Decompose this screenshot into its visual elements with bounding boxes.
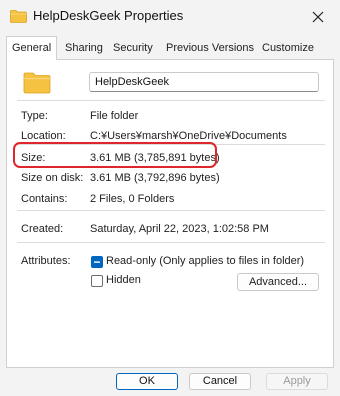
tab-previous-versions[interactable]: Previous Versions — [166, 38, 254, 58]
cancel-button[interactable]: Cancel — [189, 373, 251, 390]
contains-value: 2 Files, 0 Folders — [90, 193, 175, 205]
readonly-checkbox[interactable] — [91, 256, 103, 268]
divider — [17, 144, 325, 145]
hidden-label: Hidden — [106, 274, 141, 286]
location-value: C:¥Users¥marsh¥OneDrive¥Documents — [90, 130, 287, 142]
title-bar: HelpDeskGeek Properties — [0, 0, 340, 34]
general-panel: Type: File folder Location: C:¥Users¥mar… — [6, 59, 334, 368]
size-label: Size: — [21, 152, 46, 164]
size-on-disk-label: Size on disk: — [21, 172, 84, 184]
divider — [17, 210, 325, 211]
type-label: Type: — [21, 110, 48, 122]
ok-button[interactable]: OK — [116, 373, 178, 390]
folder-name-input[interactable] — [89, 72, 319, 92]
tab-bar: General Sharing Security Previous Versio… — [6, 36, 336, 60]
tab-general[interactable]: General — [6, 36, 58, 60]
size-value: 3.61 MB (3,785,891 bytes) — [90, 152, 220, 164]
created-label: Created: — [21, 223, 64, 235]
window-title: HelpDeskGeek Properties — [33, 8, 184, 23]
properties-dialog: HelpDeskGeek Properties General Sharing … — [0, 0, 340, 396]
advanced-button[interactable]: Advanced... — [237, 273, 319, 291]
created-value: Saturday, April 22, 2023, 1:02:58 PM — [90, 223, 269, 235]
tab-security[interactable]: Security — [113, 38, 153, 58]
close-button[interactable] — [304, 4, 332, 30]
hidden-checkbox[interactable] — [91, 275, 103, 287]
attributes-label: Attributes: — [21, 255, 71, 267]
close-icon — [312, 11, 324, 23]
contains-label: Contains: — [21, 193, 68, 205]
size-on-disk-value: 3.61 MB (3,792,896 bytes) — [90, 172, 220, 184]
type-value: File folder — [90, 110, 139, 122]
readonly-label: Read-only (Only applies to files in fold… — [106, 255, 305, 267]
tab-customize[interactable]: Customize — [262, 38, 314, 58]
location-label: Location: — [21, 130, 66, 142]
divider — [17, 242, 325, 243]
tab-sharing[interactable]: Sharing — [65, 38, 103, 58]
folder-icon — [23, 72, 51, 94]
checkmark-icon — [94, 261, 100, 263]
divider — [17, 100, 325, 101]
apply-button[interactable]: Apply — [266, 373, 328, 390]
folder-icon — [10, 10, 27, 23]
